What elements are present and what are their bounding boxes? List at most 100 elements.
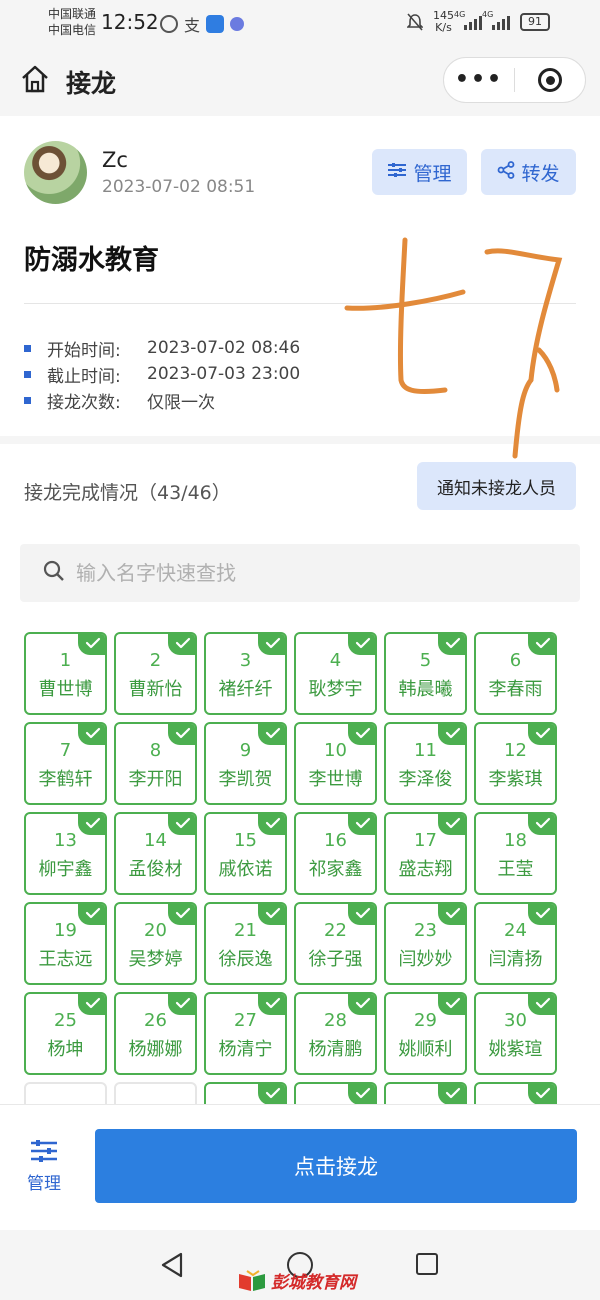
entry-card[interactable]: 6 李春雨 (474, 632, 557, 715)
entry-name: 李凯贺 (218, 769, 273, 790)
entry-card[interactable]: 10 李世博 (294, 722, 377, 805)
entry-card[interactable]: 13 柳宇鑫 (24, 812, 107, 895)
entry-card[interactable]: 18 王莹 (474, 812, 557, 895)
status-time: 12:52 (101, 10, 159, 34)
meta-label: 截止时间: (47, 366, 121, 387)
meta-label: 接龙次数: (47, 392, 121, 413)
post-date: 2023-07-02 08:51 (102, 177, 256, 197)
back-icon[interactable] (160, 1252, 184, 1282)
meta-label: 开始时间: (47, 340, 121, 361)
entry-name: 杨娜娜 (128, 1039, 183, 1060)
entry-card[interactable]: 14 孟俊材 (114, 812, 197, 895)
bottom-manage-label: 管理 (27, 1174, 61, 1194)
entry-card[interactable]: 22 徐子强 (294, 902, 377, 985)
check-badge-icon (168, 634, 195, 655)
entry-card[interactable]: 15 戚依诺 (204, 812, 287, 895)
entry-card[interactable]: 26 杨娜娜 (114, 992, 197, 1075)
check-badge-icon (348, 904, 375, 925)
alipay-icon: 支 (184, 16, 201, 35)
entry-card[interactable]: 27 杨清宁 (204, 992, 287, 1075)
entry-name: 李世博 (308, 769, 363, 790)
check-badge-icon (348, 814, 375, 835)
share-button[interactable]: 转发 (481, 149, 576, 195)
check-badge-icon (258, 904, 285, 925)
entry-card[interactable]: 21 徐辰逸 (204, 902, 287, 985)
recent-apps-icon[interactable] (416, 1253, 438, 1275)
entry-card[interactable]: 30 姚紫瑄 (474, 992, 557, 1075)
entry-name: 戚依诺 (218, 859, 273, 880)
target-icon (538, 68, 562, 92)
check-badge-icon (168, 904, 195, 925)
carrier-2: 中国电信 (48, 23, 97, 37)
check-badge-icon (78, 814, 105, 835)
meta-count: 接龙次数: 仅限一次 (24, 387, 300, 413)
entry-card[interactable]: 16 祁家鑫 (294, 812, 377, 895)
entry-card[interactable]: 25 杨坤 (24, 992, 107, 1075)
check-badge-icon (348, 724, 375, 745)
entry-card[interactable]: 2 曹新怡 (114, 632, 197, 715)
check-badge-icon (528, 634, 555, 655)
entry-name: 李泽俊 (398, 769, 453, 790)
entry-card[interactable]: 5 韩晨曦 (384, 632, 467, 715)
search-box[interactable] (20, 544, 580, 602)
manage-label: 管理 (413, 162, 452, 185)
check-badge-icon (258, 724, 285, 745)
progress-clip: 接龙完成情况（43/46） 通知未接龙人员 1曹世博2曹新怡3褚纤纤4耿梦宇5韩… (0, 444, 600, 1104)
entry-name: 孟俊材 (128, 859, 183, 880)
bottom-manage-button[interactable]: 管理 (20, 1139, 68, 1194)
entry-card[interactable]: 7 李鹤轩 (24, 722, 107, 805)
meta-value: 仅限一次 (147, 392, 215, 413)
entry-name: 吴梦婷 (128, 949, 183, 970)
system-nav-bar: 彭城教育网 (0, 1230, 600, 1300)
entry-card[interactable]: 19 王志远 (24, 902, 107, 985)
entry-card[interactable]: 11 李泽俊 (384, 722, 467, 805)
title-bar: 接龙 ••• (0, 42, 600, 116)
weather-icon (206, 15, 225, 33)
avatar[interactable] (24, 141, 87, 204)
more-menu-button[interactable]: ••• (444, 57, 514, 103)
check-badge-icon (258, 814, 285, 835)
carrier-info: 中国联通 中国电信 (48, 6, 96, 38)
entry-card[interactable]: 20 吴梦婷 (114, 902, 197, 985)
watermark: 彭城教育网 (237, 1268, 356, 1293)
entry-name: 徐子强 (308, 949, 363, 970)
status-bar: 中国联通 中国电信 12:52 支 145 K/s 4G 4G 91 (0, 0, 600, 42)
entry-card[interactable]: 12 李紫琪 (474, 722, 557, 805)
entry-card[interactable]: 29 姚顺利 (384, 992, 467, 1075)
entry-card[interactable]: 28 杨清鹏 (294, 992, 377, 1075)
entry-card[interactable]: 8 李开阳 (114, 722, 197, 805)
check-badge-icon (528, 994, 555, 1015)
entry-card[interactable]: 17 盛志翔 (384, 812, 467, 895)
entry-card[interactable]: 24 闫清扬 (474, 902, 557, 985)
sync-icon (160, 15, 178, 33)
check-badge-icon (78, 724, 105, 745)
entry-card[interactable]: 9 李凯贺 (204, 722, 287, 805)
check-badge-icon (348, 634, 375, 655)
close-mini-program-button[interactable] (515, 68, 585, 92)
share-icon (497, 160, 515, 184)
meta-value: 2023-07-03 23:00 (147, 364, 301, 384)
music-icon (230, 17, 245, 31)
entry-card[interactable]: 3 褚纤纤 (204, 632, 287, 715)
entry-name: 柳宇鑫 (38, 859, 93, 880)
entry-card-partial (474, 1082, 557, 1104)
entry-name: 李开阳 (128, 769, 183, 790)
search-input[interactable] (76, 561, 536, 585)
entry-card[interactable]: 23 闫妙妙 (384, 902, 467, 985)
entry-card-partial (114, 1082, 197, 1104)
entry-name: 李春雨 (488, 679, 543, 700)
check-badge-icon (528, 724, 555, 745)
home-icon[interactable] (20, 64, 50, 94)
notify-button[interactable]: 通知未接龙人员 (417, 462, 576, 510)
entry-name: 李鹤轩 (38, 769, 93, 790)
check-badge-icon (438, 1084, 465, 1104)
meta-start-time: 开始时间: 2023-07-02 08:46 (24, 335, 300, 361)
submit-chain-button[interactable]: 点击接龙 (95, 1129, 577, 1203)
entry-name: 徐辰逸 (218, 949, 273, 970)
entry-card[interactable]: 4 耿梦宇 (294, 632, 377, 715)
manage-button[interactable]: 管理 (372, 149, 467, 195)
entry-card-partial (204, 1082, 287, 1104)
entry-name: 杨坤 (47, 1039, 84, 1060)
entry-card[interactable]: 1 曹世博 (24, 632, 107, 715)
signal-1-icon: 4G (454, 10, 482, 30)
